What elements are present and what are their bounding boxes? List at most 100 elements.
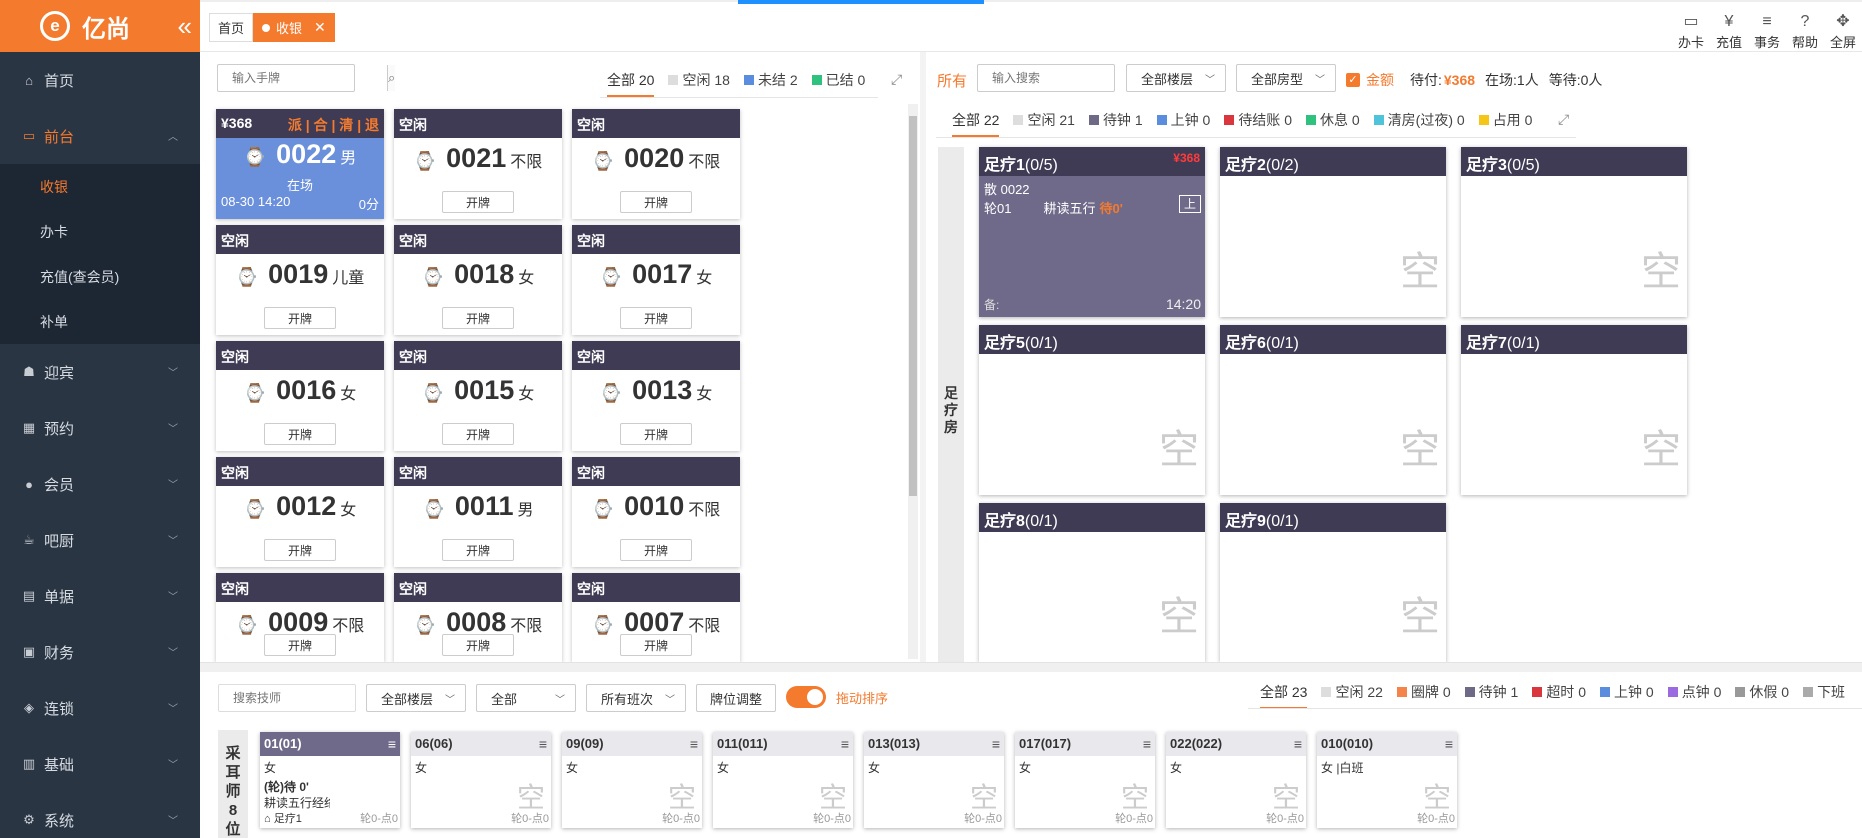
sidebar-subitem-0[interactable]: 收银 [0,164,200,209]
hand-tag-filter-0[interactable]: 全部 20 [607,70,655,97]
tech-card-busy[interactable]: 01(01) ≡ 女 (轮)待 0' 耕读五行经络 ⌂ 足疗1 轮0-点0 [260,732,400,828]
tech-card[interactable]: 06(06) ≡ 女空轮0-点0 [411,732,551,828]
fullscreen-tool-button[interactable]: ✥ 全屏 [1824,12,1862,51]
amount-toggle[interactable]: ✓ 金额 待付: ¥368 在场:1人 等待:0人 [1346,70,1602,90]
collapse-sidebar-icon[interactable]: « [178,11,192,42]
sidebar-item-0[interactable]: ⌂ 首页 [0,52,200,108]
open-tag-button[interactable]: 开牌 [264,307,336,329]
menu-icon[interactable]: ≡ [690,736,698,752]
tech-floor-select[interactable]: 全部楼层 ﹀ [366,684,466,712]
menu-icon[interactable]: ≡ [539,736,547,752]
room-card[interactable]: 足疗6(0/1) 空 [1220,325,1446,495]
sidebar-item-8[interactable]: ◈ 连锁 ﹀ [0,680,200,736]
tech-card[interactable]: 022(022) ≡ 女空轮0-点0 [1166,732,1306,828]
room-card[interactable]: 足疗5(0/1) 空 [979,325,1205,495]
tech-filter-6[interactable]: 点钟 0 [1667,682,1721,702]
room-card[interactable]: 足疗9(0/1) 空 [1220,503,1446,662]
room-search-input[interactable] [978,65,1147,91]
tech-filter-4[interactable]: 超时 0 [1532,682,1586,702]
tech-card[interactable]: 013(013) ≡ 女空轮0-点0 [864,732,1004,828]
tab-home[interactable]: 首页 [209,13,254,42]
room-card[interactable]: 足疗2(0/2) 空 [1220,147,1446,317]
room-start-tag[interactable]: 上 [1179,195,1201,213]
room-filter-4[interactable]: 待结账 0 [1224,110,1292,130]
hand-tag-search-button[interactable]: ⌕ [387,65,396,91]
sidebar-item-1[interactable]: ▭ 前台 ︿ [0,108,200,164]
room-filter-1[interactable]: 空闲 21 [1013,110,1075,130]
sidebar-item-4[interactable]: ● 会员 ﹀ [0,456,200,512]
hand-tag-card[interactable]: 空闲 ⌚ 0011 男开牌 [394,457,562,567]
expand-icon[interactable]: ⤢ [891,71,902,88]
open-tag-button[interactable]: 开牌 [442,423,514,445]
open-tag-button[interactable]: 开牌 [620,307,692,329]
open-tag-button[interactable]: 开牌 [442,539,514,561]
checkbox-checked-icon[interactable]: ✓ [1346,73,1360,87]
open-tag-button[interactable]: 开牌 [620,191,692,213]
room-card[interactable]: 足疗8(0/1) 空 [979,503,1205,662]
tech-filter-0[interactable]: 全部 23 [1260,682,1308,709]
tech-card[interactable]: 011(011) ≡ 女空轮0-点0 [713,732,853,828]
tech-card[interactable]: 09(09) ≡ 女空轮0-点0 [562,732,702,828]
hand-tag-card[interactable]: 空闲 ⌚ 0009 不限 开牌 [216,573,384,662]
room-card[interactable]: 足疗7(0/1) 空 [1461,325,1687,495]
menu-icon[interactable]: ≡ [1143,736,1151,752]
room-filter-3[interactable]: 上钟 0 [1156,110,1210,130]
menu-icon[interactable]: ≡ [388,736,396,752]
adjust-position-button[interactable]: 牌位调整 [696,684,776,712]
tech-filter-8[interactable]: 下班 [1803,682,1845,702]
hand-tag-card[interactable]: 空闲 ⌚ 0020 不限 开牌 [572,109,740,219]
open-tag-button[interactable]: 开牌 [442,634,514,656]
tech-shift-select[interactable]: 所有班次 ﹀ [586,684,686,712]
hand-tag-filter-3[interactable]: 已结 0 [811,70,865,90]
room-filter-7[interactable]: 占用 0 [1478,110,1532,130]
card-tool-button[interactable]: ▭ 办卡 [1672,12,1710,51]
scrollbar-thumb[interactable] [909,116,917,496]
hand-tag-card[interactable]: 空闲 ⌚ 0016 女开牌 [216,341,384,451]
expand-icon[interactable]: ⤢ [1558,111,1569,128]
hand-tag-card[interactable]: 空闲 ⌚ 0019 儿童 开牌 [216,225,384,335]
all-rooms-link[interactable]: 所有 [937,70,967,91]
sidebar-subitem-3[interactable]: 补单 [0,299,200,344]
room-type-select[interactable]: 全部房型 ﹀ [1236,64,1336,92]
hand-tag-search-input[interactable] [218,65,387,91]
room-filter-6[interactable]: 清房(过夜) 0 [1373,110,1465,130]
recharge-tool-button[interactable]: ¥ 充值 [1710,12,1748,51]
room-card-busy[interactable]: 足疗1(0/5) ¥368 散 0022 轮01 耕读五行 待0' 上备: 14:20 [979,147,1205,317]
sidebar-item-7[interactable]: ▣ 财务 ﹀ [0,624,200,680]
tab-cashier[interactable]: 收银 ✕ [253,13,335,42]
hand-tag-filter-2[interactable]: 未结 2 [743,70,798,90]
menu-icon[interactable]: ≡ [841,736,849,752]
room-filter-2[interactable]: 待钟 1 [1088,110,1143,130]
tech-all-select[interactable]: 全部 ﹀ [476,684,576,712]
tech-filter-3[interactable]: 待钟 1 [1464,682,1518,702]
hand-tag-card[interactable]: 空闲 ⌚ 0008 不限 开牌 [394,573,562,662]
hand-tag-card[interactable]: 空闲 ⌚ 0015 女开牌 [394,341,562,451]
drag-sort-toggle[interactable] [786,686,826,708]
hand-tag-card[interactable]: 空闲 ⌚ 0012 女开牌 [216,457,384,567]
sidebar-item-3[interactable]: ▦ 预约 ﹀ [0,400,200,456]
open-tag-button[interactable]: 开牌 [620,634,692,656]
open-tag-button[interactable]: 开牌 [264,423,336,445]
hand-tag-scrollbar[interactable] [908,104,918,659]
tech-filter-5[interactable]: 上钟 0 [1600,682,1654,702]
panel-divider[interactable] [920,52,926,662]
open-tag-button[interactable]: 开牌 [264,634,336,656]
hand-tag-card-busy[interactable]: ¥368 派 | 合 | 清 | 退 ⌚ 0022 男在场 08-30 14:20 0分 [216,109,384,219]
menu-icon[interactable]: ≡ [992,736,1000,752]
room-filter-0[interactable]: 全部 22 [952,110,1000,137]
hand-tag-card[interactable]: 空闲 ⌚ 0007 不限 开牌 [572,573,740,662]
sidebar-subitem-2[interactable]: 充值(查会员) [0,254,200,299]
open-tag-button[interactable]: 开牌 [442,191,514,213]
sidebar-item-9[interactable]: ▥ 基础 ﹀ [0,736,200,792]
hand-tag-filter-1[interactable]: 空闲 18 [668,70,730,90]
sidebar-item-10[interactable]: ⚙ 系统 ﹀ [0,792,200,838]
sidebar-item-2[interactable]: ☗ 迎宾 ﹀ [0,344,200,400]
menu-icon[interactable]: ≡ [1445,736,1453,752]
room-filter-5[interactable]: 休息 0 [1306,110,1360,130]
tech-filter-2[interactable]: 圈牌 0 [1396,682,1451,702]
card-actions[interactable]: 派 | 合 | 清 | 退 [288,115,379,133]
hand-tag-card[interactable]: 空闲 ⌚ 0010 不限 开牌 [572,457,740,567]
sidebar-item-5[interactable]: ☕ 吧厨 ﹀ [0,512,200,568]
hand-tag-card[interactable]: 空闲 ⌚ 0018 女开牌 [394,225,562,335]
open-tag-button[interactable]: 开牌 [264,539,336,561]
